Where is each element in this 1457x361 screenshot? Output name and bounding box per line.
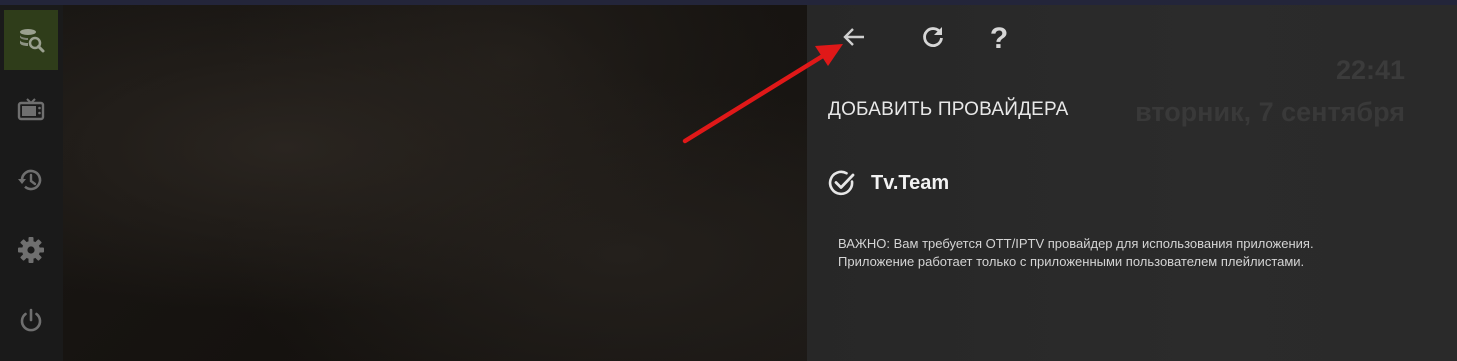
refresh-button[interactable] bbox=[915, 21, 951, 57]
back-button[interactable] bbox=[836, 21, 872, 57]
notice-line: ВАЖНО: Вам требуется OTT/IPTV провайдер … bbox=[838, 236, 1314, 251]
gear-icon bbox=[17, 236, 45, 264]
sidebar-item-settings[interactable] bbox=[4, 220, 58, 280]
tv-icon bbox=[17, 96, 45, 124]
refresh-icon bbox=[920, 24, 946, 55]
sidebar-item-history[interactable] bbox=[4, 150, 58, 210]
power-icon bbox=[17, 306, 45, 334]
sidebar-item-search-providers[interactable] bbox=[4, 10, 58, 70]
sidebar bbox=[0, 5, 63, 361]
clock-time: 22:41 bbox=[1335, 55, 1405, 85]
clock-date: вторник, 7 сентября bbox=[1135, 97, 1405, 127]
check-circle-icon bbox=[827, 168, 857, 198]
provider-name: Tv.Team bbox=[871, 171, 950, 194]
page-title: ДОБАВИТЬ ПРОВАЙДЕРА bbox=[828, 99, 1069, 120]
background-image bbox=[63, 5, 807, 361]
notice-line: Приложение работает только с приложенным… bbox=[838, 254, 1305, 269]
sidebar-item-power[interactable] bbox=[4, 290, 58, 350]
arrow-left-icon bbox=[841, 24, 867, 55]
notice-text: ВАЖНО: Вам требуется OTT/IPTV провайдер … bbox=[838, 235, 1398, 271]
provider-item[interactable]: Tv.Team bbox=[827, 167, 949, 199]
help-button[interactable]: ? bbox=[981, 21, 1017, 57]
add-provider-panel: ? 22:41 вторник, 7 сентября ДОБАВИТЬ ПРО… bbox=[807, 5, 1457, 361]
sidebar-item-tv[interactable] bbox=[4, 80, 58, 140]
question-icon: ? bbox=[989, 22, 1009, 55]
database-search-icon bbox=[16, 25, 46, 55]
history-icon bbox=[17, 166, 45, 194]
